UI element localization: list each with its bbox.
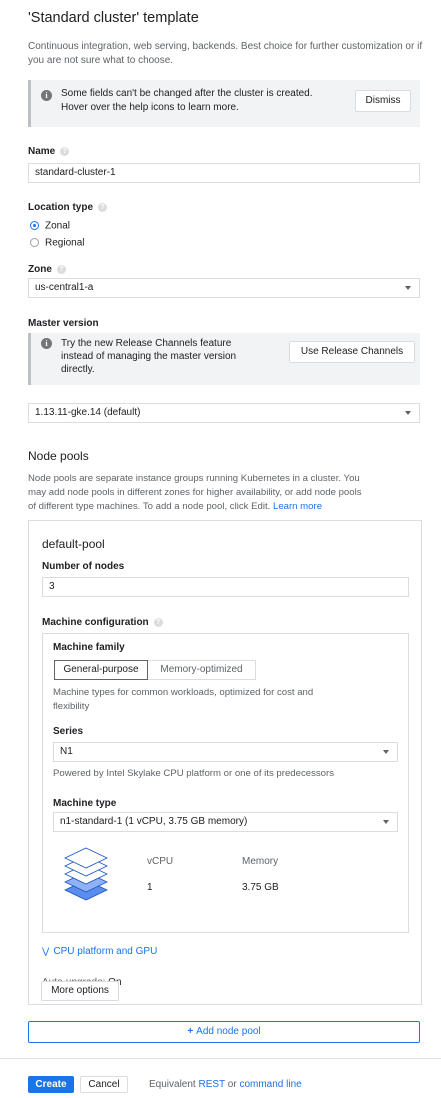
or-text: or <box>227 1079 237 1090</box>
zone-label: Zone? <box>28 264 66 275</box>
machine-stack-icon <box>63 844 109 902</box>
tab-memory-optimized[interactable]: Memory-optimized <box>148 660 256 680</box>
radio-regional[interactable]: Regional <box>30 234 84 252</box>
master-notice-line-3: directly. <box>61 364 95 375</box>
dropdown-arrow-icon <box>405 286 411 290</box>
cpu-gpu-toggle[interactable]: ⋁ CPU platform and GPU <box>42 946 157 957</box>
machine-family-description: Machine types for common workloads, opti… <box>53 686 313 714</box>
node-pools-desc-line-1: Node pools are separate instance groups … <box>28 473 360 484</box>
node-pool-card: default-pool Number of nodes 3 Machine c… <box>28 520 422 1005</box>
zone-select[interactable]: us-central1-a <box>28 278 420 298</box>
name-input[interactable]: standard-cluster-1 <box>28 163 420 183</box>
radio-zonal[interactable]: Zonal <box>30 217 70 235</box>
create-button[interactable]: Create <box>28 1076 74 1093</box>
chevron-double-down-icon: ⋁ <box>42 946 50 956</box>
machine-type-label: Machine type <box>53 798 117 809</box>
cpu-gpu-link[interactable]: CPU platform and GPU <box>53 946 157 957</box>
family-desc-line-2: flexibility <box>53 701 90 712</box>
machine-config-label-text: Machine configuration <box>42 617 149 628</box>
help-icon[interactable]: ? <box>56 264 66 274</box>
master-version-value: 1.13.11-gke.14 (default) <box>35 407 141 418</box>
memory-header: Memory <box>242 856 279 867</box>
series-value: N1 <box>60 746 73 757</box>
rest-link[interactable]: REST <box>198 1079 225 1090</box>
radio-zonal-label: Zonal <box>45 220 71 232</box>
series-label: Series <box>53 726 84 737</box>
use-release-channels-button[interactable]: Use Release Channels <box>289 341 415 363</box>
master-version-label: Master version <box>28 318 99 329</box>
nodes-label: Number of nodes <box>42 561 125 572</box>
nodes-input[interactable]: 3 <box>42 577 409 597</box>
dropdown-arrow-icon <box>383 820 389 824</box>
memory-value: 3.75 GB <box>242 882 279 893</box>
cancel-button[interactable]: Cancel <box>80 1076 128 1093</box>
dropdown-arrow-icon <box>383 750 389 754</box>
footer-divider <box>0 1058 441 1059</box>
equivalent-links: Equivalent REST or command line <box>149 1079 302 1090</box>
series-description: Powered by Intel Skylake CPU platform or… <box>53 768 335 779</box>
info-icon: i <box>41 338 52 349</box>
series-select[interactable]: N1 <box>53 742 398 762</box>
name-label-text: Name <box>28 146 56 157</box>
machine-family-label: Machine family <box>53 642 125 653</box>
dropdown-arrow-icon <box>405 411 411 415</box>
equivalent-text: Equivalent <box>149 1079 196 1090</box>
command-line-link[interactable]: command line <box>239 1079 301 1090</box>
machine-type-value: n1-standard-1 (1 vCPU, 3.75 GB memory) <box>60 816 248 827</box>
help-icon[interactable]: ? <box>60 146 70 156</box>
vcpu-value: 1 <box>147 882 153 893</box>
vcpu-header: vCPU <box>147 856 174 867</box>
location-type-label-text: Location type <box>28 202 94 213</box>
name-label: Name? <box>28 146 70 157</box>
node-pools-heading: Node pools <box>28 449 89 463</box>
add-node-pool-label: Add node pool <box>196 1026 261 1037</box>
zone-select-value: us-central1-a <box>35 282 94 293</box>
page-title: 'Standard cluster' template <box>28 10 199 26</box>
dismiss-button[interactable]: Dismiss <box>355 90 411 112</box>
radio-unchecked-icon[interactable] <box>30 238 39 248</box>
machine-config-label: Machine configuration? <box>42 617 163 628</box>
tab-general-purpose[interactable]: General-purpose <box>54 660 148 680</box>
learn-more-link[interactable]: Learn more <box>273 501 322 512</box>
help-icon[interactable]: ? <box>153 617 163 627</box>
plus-icon: + <box>187 1026 194 1037</box>
node-pools-desc-line-2: may add node pools in different zones fo… <box>28 487 362 498</box>
node-pools-desc-line-3: of different type machines. To add a nod… <box>28 501 271 512</box>
zone-label-text: Zone <box>28 264 52 275</box>
machine-config-panel: Machine family General-purpose Memory-op… <box>42 633 409 933</box>
notice-box: i Some fields can't be changed after the… <box>28 80 420 127</box>
notice-line-2: Hover over the help icons to learn more. <box>61 102 239 113</box>
radio-regional-label: Regional <box>45 237 85 249</box>
info-icon: i <box>41 90 52 101</box>
master-notice-line-2: instead of managing the master version <box>61 351 237 362</box>
radio-checked-icon[interactable] <box>30 221 39 231</box>
notice-line-1: Some fields can't be changed after the c… <box>61 88 313 99</box>
pool-name: default-pool <box>42 537 105 551</box>
add-node-pool-button[interactable]: + Add node pool <box>28 1021 420 1043</box>
help-icon[interactable]: ? <box>98 202 108 212</box>
master-version-select[interactable]: 1.13.11-gke.14 (default) <box>28 403 420 423</box>
master-notice-line-1: Try the new Release Channels feature <box>61 338 232 349</box>
master-version-notice: i Try the new Release Channels feature i… <box>28 333 420 385</box>
location-type-label: Location type? <box>28 202 108 213</box>
page-description: Continuous integration, web serving, bac… <box>28 41 423 66</box>
family-desc-line-1: Machine types for common workloads, opti… <box>53 687 314 698</box>
node-pools-description: Node pools are separate instance groups … <box>28 472 433 514</box>
more-options-button[interactable]: More options <box>41 981 119 1001</box>
machine-type-select[interactable]: n1-standard-1 (1 vCPU, 3.75 GB memory) <box>53 812 398 832</box>
